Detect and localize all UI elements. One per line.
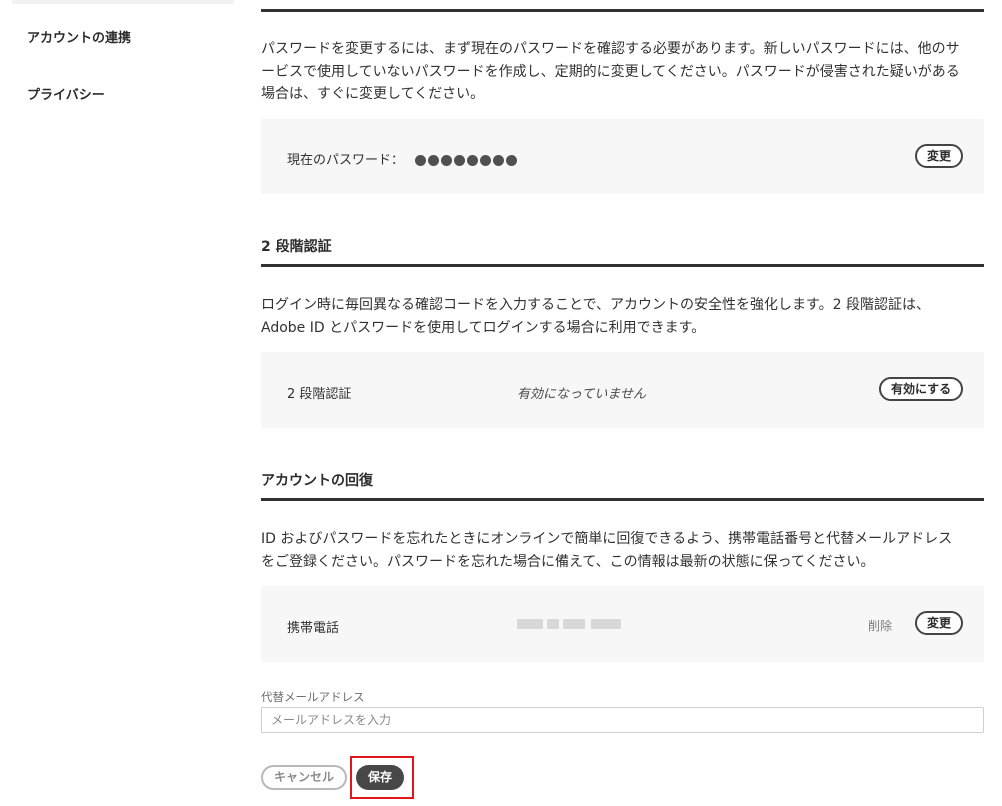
two-step-row-label: 2 段階認証 bbox=[287, 387, 352, 402]
phone-label: 携帯電話 bbox=[287, 621, 340, 636]
sidebar-active-indicator bbox=[12, 0, 234, 4]
password-description-line: 場合は、すぐに変更してください。 bbox=[261, 86, 485, 102]
change-phone-button[interactable]: 変更 bbox=[915, 611, 964, 635]
recovery-description-line: ID およびパスワードを忘れたときにオンラインで簡単に回復できるよう、携帯電話番… bbox=[261, 531, 953, 547]
alt-email-input[interactable] bbox=[261, 707, 984, 733]
two-step-title: 2 段階認証 bbox=[261, 239, 332, 255]
cancel-button[interactable]: キャンセル bbox=[261, 765, 348, 790]
sidebar-item-privacy[interactable]: プライバシー bbox=[27, 84, 105, 103]
two-step-description-line: ログイン時に毎回異なる確認コードを入力することで、アカウントの安全性を強化します… bbox=[261, 297, 930, 313]
phone-card: 携帯電話 削除 変更 bbox=[261, 586, 984, 662]
recovery-description-line: をご登録ください。パスワードを忘れた場合に備えて、この情報は最新の状態に保ってく… bbox=[261, 553, 875, 570]
save-button[interactable]: 保存 bbox=[356, 765, 405, 790]
two-step-status: 有効になっていません bbox=[517, 387, 646, 402]
recovery-description: ID およびパスワードを忘れたときにオンラインで簡単に回復できるよう、携帯電話番… bbox=[261, 528, 984, 573]
two-step-description-line: Adobe ID とパスワードを使用してログインする場合に利用できます。 bbox=[261, 319, 706, 336]
password-description: パスワードを変更するには、まず現在のパスワードを確認する必要があります。新しいパ… bbox=[261, 38, 984, 106]
change-password-button[interactable]: 変更 bbox=[915, 144, 964, 168]
sidebar: アカウントの連携 プライバシー bbox=[0, 0, 236, 806]
section-divider bbox=[261, 264, 984, 267]
two-step-card: 2 段階認証 有効になっていません 有効にする bbox=[261, 352, 984, 428]
enable-two-step-button[interactable]: 有効にする bbox=[879, 377, 964, 401]
password-card: 現在のパスワード： 変更 bbox=[261, 119, 984, 194]
masked-password bbox=[415, 151, 519, 170]
section-divider bbox=[261, 9, 984, 12]
recovery-title: アカウントの回復 bbox=[261, 473, 373, 489]
alt-email-label: 代替メールアドレス bbox=[261, 690, 365, 704]
two-step-description: ログイン時に毎回異なる確認コードを入力することで、アカウントの安全性を強化します… bbox=[261, 294, 984, 339]
current-password-label: 現在のパスワード： bbox=[287, 153, 405, 168]
password-description-line: パスワードを変更するには、まず現在のパスワードを確認する必要があります。新しいパ… bbox=[261, 41, 960, 57]
delete-phone-link[interactable]: 削除 bbox=[868, 617, 892, 634]
sidebar-item-account-links[interactable]: アカウントの連携 bbox=[27, 27, 131, 46]
section-divider bbox=[261, 498, 984, 501]
password-description-line: ービスで使用していないパスワードを作成し、定期的に変更してください。パスワードが… bbox=[261, 63, 960, 80]
